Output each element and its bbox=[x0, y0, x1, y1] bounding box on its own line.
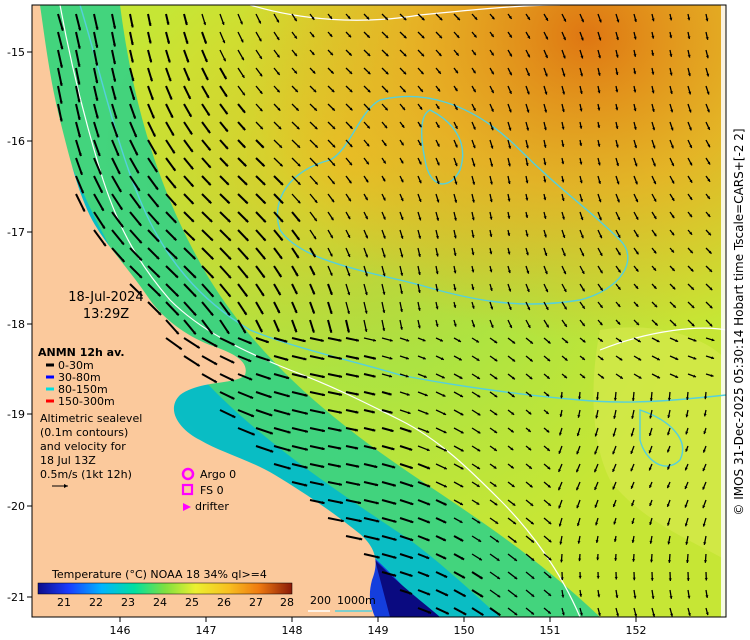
altimetry-line: 0.5m/s (1kt 12h) bbox=[40, 468, 132, 481]
anmn-legend-item: 150-300m bbox=[58, 395, 115, 408]
credit-text: © IMOS 31-Dec-2025 05:30:14 Hobart time … bbox=[732, 128, 746, 515]
y-tick-label: -16 bbox=[7, 135, 25, 148]
y-tick-label: -20 bbox=[7, 500, 25, 513]
colorbar-title: Temperature (°C) NOAA 18 34% ql>=4 bbox=[51, 568, 267, 581]
colorbar-tick: 25 bbox=[185, 596, 199, 609]
x-tick-label: 146 bbox=[110, 624, 131, 637]
colorbar-tick: 28 bbox=[280, 596, 294, 609]
colorbar-gradient bbox=[37, 582, 293, 595]
altimetry-line: 18 Jul 13Z bbox=[40, 454, 96, 467]
altimetry-line: and velocity for bbox=[40, 440, 126, 453]
anmn-legend-title: ANMN 12h av. bbox=[38, 346, 125, 359]
obs-legend-item: FS 0 bbox=[200, 484, 224, 497]
sst-map-figure: 146 147 148 149 150 151 152 -15 -16 -17 … bbox=[7, 4, 746, 637]
obs-legend-item: drifter bbox=[195, 500, 229, 513]
x-axis bbox=[119, 617, 637, 622]
map-time: 13:29Z bbox=[83, 307, 129, 322]
y-tick-label: -21 bbox=[7, 591, 25, 604]
x-axis-labels: 146 147 148 149 150 151 152 bbox=[110, 624, 647, 637]
y-tick-label: -17 bbox=[7, 226, 25, 239]
y-tick-label: -15 bbox=[7, 46, 25, 59]
x-tick-label: 151 bbox=[540, 624, 561, 637]
colorbar-tick: 26 bbox=[217, 596, 231, 609]
isobath-label-200: 200 bbox=[310, 594, 331, 607]
y-axis-labels: -15 -16 -17 -18 -19 -20 -21 bbox=[7, 46, 25, 604]
obs-legend-item: Argo 0 bbox=[200, 468, 236, 481]
colorbar-tick: 22 bbox=[89, 596, 103, 609]
map-date: 18-Jul-2024 bbox=[68, 290, 143, 305]
y-tick-label: -19 bbox=[7, 408, 25, 421]
y-tick-label: -18 bbox=[7, 318, 25, 331]
colorbar-tick: 21 bbox=[57, 596, 71, 609]
altimetry-line: Altimetric sealevel bbox=[40, 412, 142, 425]
colorbar-tick: 27 bbox=[249, 596, 263, 609]
isobath-label-1000: 1000m bbox=[337, 594, 376, 607]
colorbar-tick: 24 bbox=[153, 596, 167, 609]
x-tick-label: 147 bbox=[196, 624, 217, 637]
x-tick-label: 149 bbox=[368, 624, 389, 637]
colorbar-tick: 23 bbox=[121, 596, 135, 609]
y-axis bbox=[27, 51, 32, 598]
altimetry-line: (0.1m contours) bbox=[40, 426, 128, 439]
x-tick-label: 152 bbox=[626, 624, 647, 637]
x-tick-label: 150 bbox=[454, 624, 475, 637]
map-plot-area bbox=[32, 5, 726, 617]
x-tick-label: 148 bbox=[282, 624, 303, 637]
